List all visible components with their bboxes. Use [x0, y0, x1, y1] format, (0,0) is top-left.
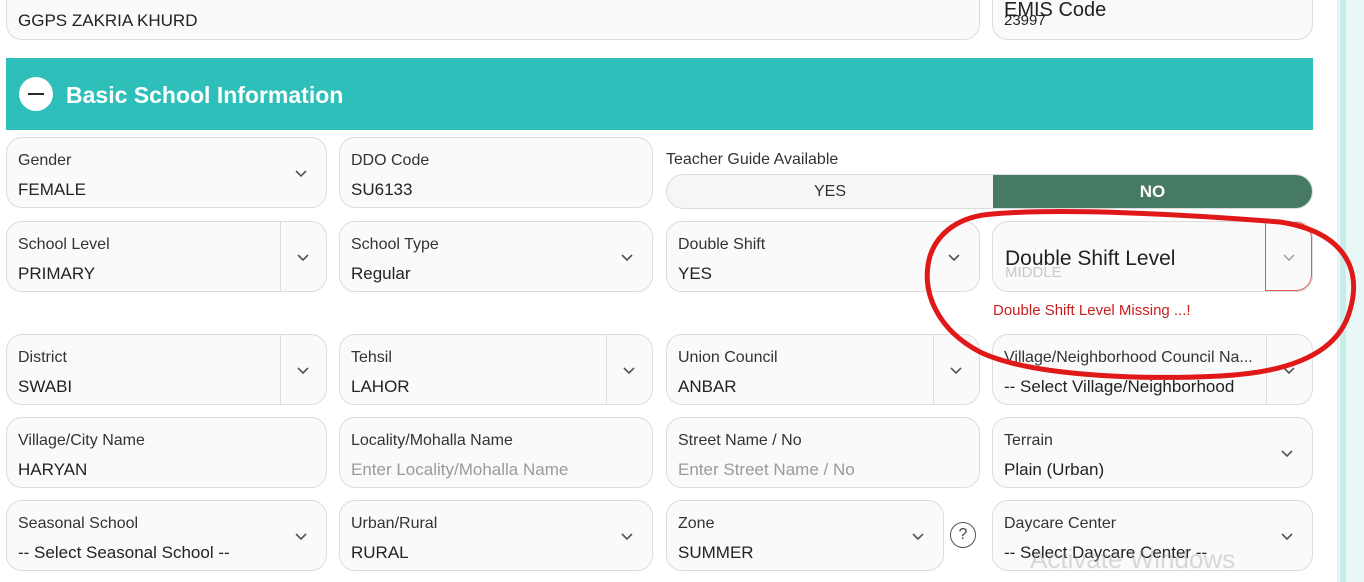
double-shift-label: Double Shift — [678, 236, 766, 253]
chevron-down-icon — [293, 165, 309, 181]
chevron-down-icon — [948, 362, 964, 378]
street-input[interactable]: Enter Street Name / No — [678, 460, 855, 480]
chevron-down-icon — [910, 528, 926, 544]
chevron-down-icon — [1281, 362, 1297, 378]
school-level-select[interactable]: School Level PRIMARY — [6, 221, 327, 292]
gender-value: FEMALE — [18, 180, 87, 199]
street-field[interactable]: Street Name / No Enter Street Name / No — [666, 417, 980, 488]
locality-label: Locality/Mohalla Name — [351, 432, 513, 449]
dropdown-button[interactable] — [1265, 222, 1312, 291]
chevron-down-icon — [293, 528, 309, 544]
help-icon[interactable]: ? — [950, 522, 976, 548]
collapse-minus-icon[interactable] — [19, 77, 53, 111]
union-council-value: ANBAR — [678, 377, 737, 396]
school-type-label: School Type — [351, 236, 439, 253]
tehsil-select[interactable]: Tehsil LAHOR — [339, 334, 653, 405]
urban-rural-label: Urban/Rural — [351, 515, 438, 532]
double-shift-level-label: Double Shift Level — [1005, 247, 1176, 270]
terrain-value: Plain (Urban) — [1004, 460, 1105, 479]
teacher-guide-toggle[interactable]: YES NO — [666, 174, 1313, 209]
district-label: District — [18, 349, 67, 366]
village-council-value: -- Select Village/Neighborhood — [1004, 377, 1235, 396]
teacher-guide-no-option[interactable]: NO — [993, 175, 1312, 208]
section-title: Basic School Information — [66, 82, 344, 108]
dropdown-button[interactable] — [933, 335, 979, 404]
double-shift-value: YES — [678, 264, 713, 283]
double-shift-level-error: Double Shift Level Missing ...! — [993, 302, 1191, 319]
double-shift-level-select[interactable]: MIDDLE Double Shift Level — [992, 221, 1313, 292]
dropdown-button[interactable] — [280, 335, 326, 404]
seasonal-school-value: -- Select Seasonal School -- — [18, 543, 230, 562]
village-city-label: Village/City Name — [18, 432, 145, 449]
dropdown-button[interactable] — [1266, 335, 1312, 404]
chevron-down-icon — [295, 362, 311, 378]
zone-select[interactable]: Zone SUMMER — [666, 500, 944, 571]
locality-field[interactable]: Locality/Mohalla Name Enter Locality/Moh… — [339, 417, 653, 488]
dropdown-button[interactable] — [280, 222, 326, 291]
district-value: SWABI — [18, 377, 73, 396]
gender-label: Gender — [18, 152, 72, 169]
emis-code-field[interactable]: EMIS Code 23997 — [992, 0, 1313, 40]
school-type-select[interactable]: School Type Regular — [339, 221, 653, 292]
terrain-select[interactable]: Terrain Plain (Urban) — [992, 417, 1313, 488]
urban-rural-select[interactable]: Urban/Rural RURAL — [339, 500, 653, 571]
chevron-down-icon — [621, 362, 637, 378]
emis-code-value: 23997 — [1004, 12, 1046, 29]
village-city-field[interactable]: Village/City Name HARYAN — [6, 417, 327, 488]
district-select[interactable]: District SWABI — [6, 334, 327, 405]
village-council-label: Village/Neighborhood Council Na... — [1004, 349, 1253, 366]
village-council-select[interactable]: Village/Neighborhood Council Na... -- Se… — [992, 334, 1313, 405]
activate-windows-watermark: Activate Windows — [1030, 544, 1236, 574]
school-name-field[interactable]: GGPS ZAKRIA KHURD — [6, 0, 980, 40]
terrain-label: Terrain — [1004, 432, 1053, 449]
urban-rural-value: RURAL — [351, 543, 409, 562]
union-council-label: Union Council — [678, 349, 778, 366]
chevron-down-icon — [295, 249, 311, 265]
ddo-code-label: DDO Code — [351, 152, 430, 169]
zone-value: SUMMER — [678, 543, 754, 562]
zone-label: Zone — [678, 515, 715, 532]
street-label: Street Name / No — [678, 432, 802, 449]
village-city-value: HARYAN — [18, 460, 88, 479]
seasonal-school-select[interactable]: Seasonal School -- Select Seasonal Schoo… — [6, 500, 327, 571]
ddo-code-field[interactable]: DDO Code SU6133 — [339, 137, 653, 208]
school-level-value: PRIMARY — [18, 264, 96, 283]
section-header[interactable]: Basic School Information — [6, 58, 1313, 130]
school-name-value: GGPS ZAKRIA KHURD — [18, 11, 198, 30]
daycare-center-label: Daycare Center — [1004, 515, 1117, 532]
chevron-down-icon — [946, 249, 962, 265]
chevron-down-icon — [619, 528, 635, 544]
school-type-value: Regular — [351, 264, 411, 283]
tehsil-label: Tehsil — [351, 349, 392, 366]
school-level-label: School Level — [18, 236, 110, 253]
scrollbar-thumb[interactable] — [1340, 0, 1346, 582]
ddo-code-value: SU6133 — [351, 180, 413, 199]
teacher-guide-label: Teacher Guide Available — [666, 151, 839, 168]
form-page: GGPS ZAKRIA KHURD EMIS Code 23997 Basic … — [0, 0, 1364, 582]
chevron-down-icon — [619, 249, 635, 265]
chevron-down-icon — [1281, 249, 1297, 265]
locality-input[interactable]: Enter Locality/Mohalla Name — [351, 460, 568, 480]
union-council-select[interactable]: Union Council ANBAR — [666, 334, 980, 405]
chevron-down-icon — [1279, 528, 1295, 544]
gender-select[interactable]: Gender FEMALE — [6, 137, 327, 208]
tehsil-value: LAHOR — [351, 377, 410, 396]
seasonal-school-label: Seasonal School — [18, 515, 139, 532]
dropdown-button[interactable] — [606, 335, 652, 404]
double-shift-select[interactable]: Double Shift YES — [666, 221, 980, 292]
teacher-guide-yes-option[interactable]: YES — [667, 175, 993, 208]
chevron-down-icon — [1279, 445, 1295, 461]
